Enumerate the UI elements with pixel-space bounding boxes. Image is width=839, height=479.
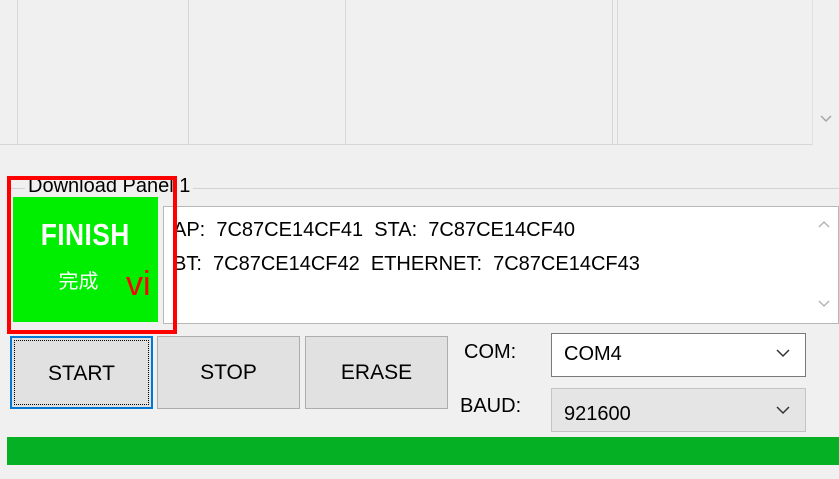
progress-fill xyxy=(7,437,839,465)
device-info-textarea[interactable]: AP: 7C87CE14CF41 STA: 7C87CE14CF40 BT: 7… xyxy=(163,206,839,324)
chevron-down-icon[interactable] xyxy=(775,401,791,417)
chevron-down-icon[interactable] xyxy=(817,297,831,314)
chevron-down-icon[interactable] xyxy=(775,344,791,360)
table-column xyxy=(18,0,189,145)
baud-rate-value: 921600 xyxy=(564,403,631,425)
com-port-value: COM4 xyxy=(564,343,622,365)
baud-rate-select[interactable]: 921600 xyxy=(551,388,806,432)
status-title: FINISH xyxy=(40,217,130,252)
chevron-up-icon[interactable] xyxy=(817,217,831,234)
device-list-table[interactable] xyxy=(0,0,839,145)
info-line-ap-sta: AP: 7C87CE14CF41 STA: 7C87CE14CF40 xyxy=(173,219,576,241)
info-scrollbar[interactable] xyxy=(811,207,838,323)
info-line-bt-ethernet: BT: 7C87CE14CF42 ETHERNET: 7C87CE14CF43 xyxy=(173,253,640,275)
start-button[interactable]: START xyxy=(10,336,153,409)
table-column xyxy=(0,0,18,145)
chevron-down-icon[interactable] xyxy=(819,112,833,126)
download-progress-bar xyxy=(7,437,839,465)
download-panel-title: Download Panel 1 xyxy=(25,174,194,198)
com-port-select[interactable]: COM4 xyxy=(551,333,806,377)
stop-button-label: STOP xyxy=(200,361,257,384)
table-divider xyxy=(0,144,812,145)
table-column xyxy=(346,0,613,145)
table-scrollbar[interactable] xyxy=(812,0,839,145)
baud-label: BAUD: xyxy=(460,395,522,417)
table-column xyxy=(613,0,618,145)
stop-button[interactable]: STOP xyxy=(157,336,300,409)
annotation-label: vi xyxy=(126,265,151,303)
com-label: COM: xyxy=(464,341,517,363)
focus-rect xyxy=(14,340,149,405)
table-column xyxy=(189,0,346,145)
erase-button[interactable]: ERASE xyxy=(305,336,448,409)
erase-button-label: ERASE xyxy=(340,361,413,384)
